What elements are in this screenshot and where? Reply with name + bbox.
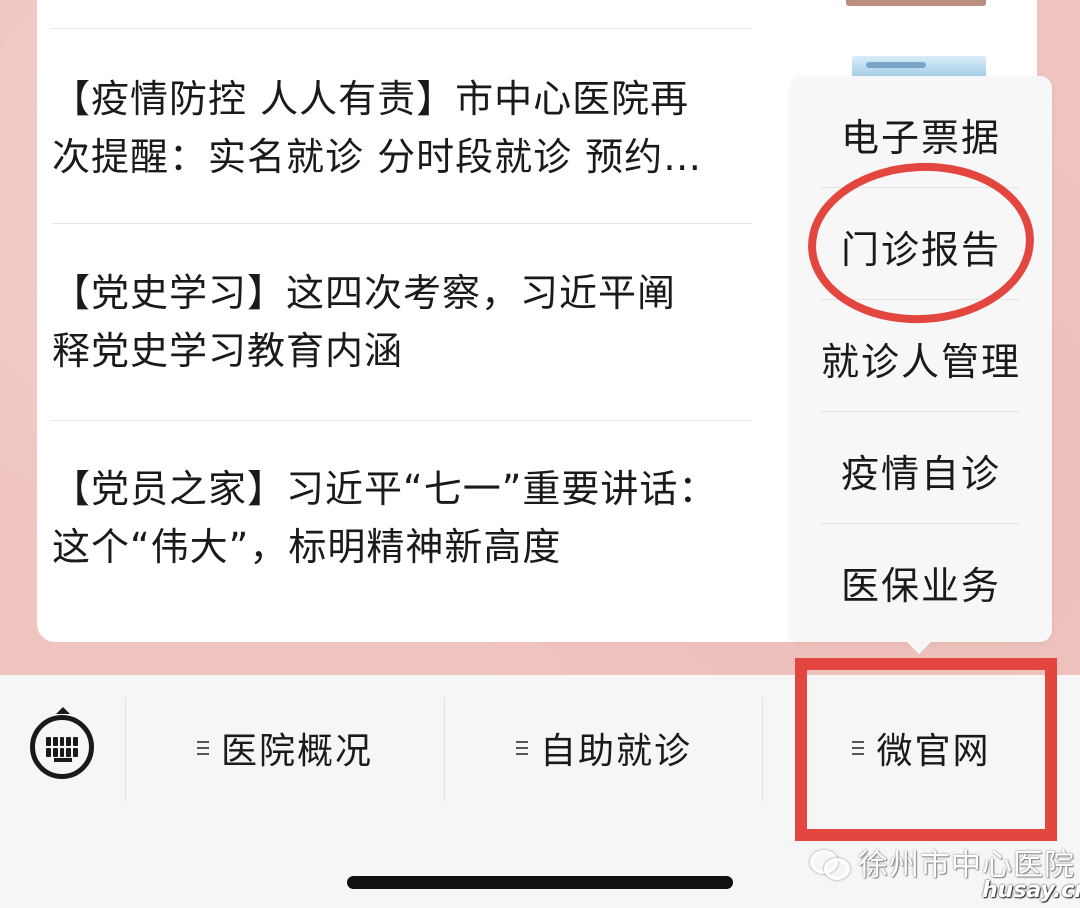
wechat-icon <box>808 846 852 880</box>
news-divider <box>52 28 752 29</box>
submenu-item-medical-insurance[interactable]: 医保业务 <box>790 526 1052 638</box>
submenu-indicator-icon <box>196 741 209 755</box>
keyboard-toggle-button[interactable] <box>30 715 94 779</box>
keyboard-icon <box>46 737 78 757</box>
keyboard-caret-icon <box>56 707 70 714</box>
news-divider <box>52 420 752 421</box>
wechat-account-watermark: 徐州市中心医院 <box>808 842 1075 883</box>
news-thumbnail[interactable] <box>846 0 986 6</box>
menu-button-hospital-overview[interactable]: 医院概况 <box>126 700 444 796</box>
news-item-2[interactable]: 【党史学习】这四次考察，习近平阐 释党史学习教育内涵 <box>52 264 752 380</box>
submenu-popup: 电子票据 门诊报告 就诊人管理 疫情自诊 医保业务 <box>790 76 1052 642</box>
news-title-line: 【疫情防控 人人有责】市中心医院再 <box>52 77 690 121</box>
news-title-line: 这个“伟大”，标明精神新高度 <box>52 525 562 569</box>
submenu-indicator-icon <box>515 741 528 755</box>
menu-button-self-service[interactable]: 自助就诊 <box>445 700 763 796</box>
highlight-rectangle-annotation <box>795 658 1057 841</box>
menu-button-label: 自助就诊 <box>539 731 692 772</box>
news-title-line: 【党史学习】这四次考察，习近平阐 <box>52 271 677 315</box>
home-indicator[interactable] <box>347 876 733 889</box>
news-divider <box>52 223 752 224</box>
news-item-3[interactable]: 【党员之家】习近平“七一”重要讲话： 这个“伟大”，标明精神新高度 <box>52 460 752 576</box>
site-watermark: husay.cn <box>982 878 1080 903</box>
news-title-line: 次提醒：实名就诊 分时段就诊 预约… <box>52 135 703 179</box>
submenu-divider <box>820 523 1020 524</box>
submenu-item-epidemic-self-check[interactable]: 疫情自诊 <box>790 414 1052 526</box>
menu-button-label: 医院概况 <box>220 731 373 772</box>
news-title-line: 【党员之家】习近平“七一”重要讲话： <box>52 467 718 511</box>
popup-pointer <box>905 640 933 654</box>
submenu-divider <box>820 411 1020 412</box>
news-item-1[interactable]: 【疫情防控 人人有责】市中心医院再 次提醒：实名就诊 分时段就诊 预约… <box>52 70 752 186</box>
news-title-line: 释党史学习教育内涵 <box>52 329 404 373</box>
